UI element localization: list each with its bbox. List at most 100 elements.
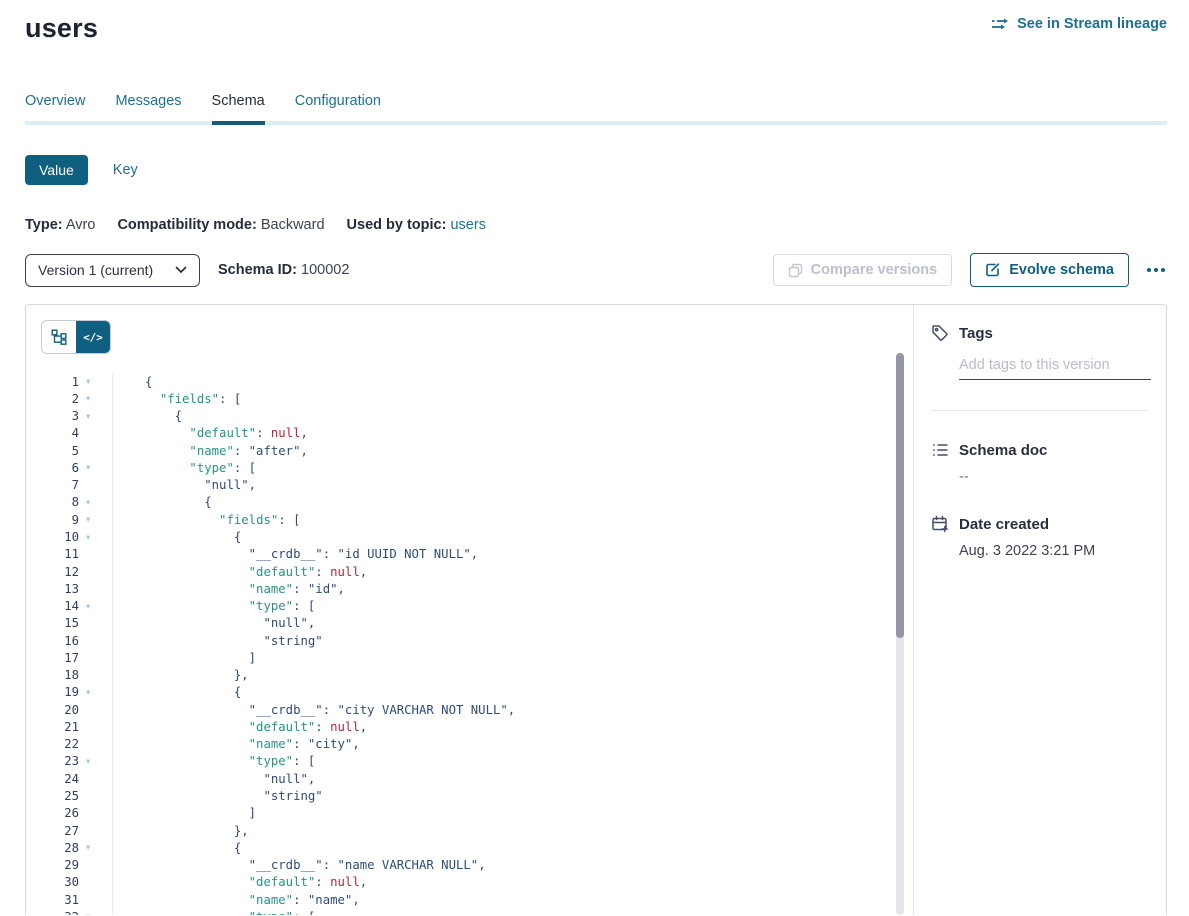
evolve-schema-button[interactable]: Evolve schema (970, 253, 1129, 287)
code-line: 6▾ "type": [ (41, 459, 913, 476)
fold-toggle-icon[interactable]: ▾ (79, 528, 113, 545)
value-toggle-button[interactable]: Value (25, 155, 88, 185)
fold-toggle-icon[interactable]: ▾ (79, 597, 113, 614)
fold-toggle-icon (79, 563, 113, 580)
line-number: 20 (41, 703, 79, 717)
fold-toggle-icon (79, 632, 113, 649)
scrollbar-thumb[interactable] (896, 353, 904, 638)
fold-toggle-icon (79, 546, 113, 563)
line-number: 3 (41, 409, 79, 423)
stream-lineage-icon (991, 17, 1010, 31)
code-line-text: "default": null, (113, 875, 367, 889)
line-number: 19 (41, 685, 79, 699)
date-created-title: Date created (959, 516, 1049, 533)
code-line-text: { (113, 495, 212, 509)
see-in-stream-lineage-link[interactable]: See in Stream lineage (991, 16, 1167, 32)
code-line: 24 "null", (41, 770, 913, 787)
code-line-text: }, (113, 668, 249, 682)
used-by-topic-pair: Used by topic: users (347, 217, 486, 233)
compatibility-label: Compatibility mode: (117, 217, 256, 233)
compare-versions-button[interactable]: Compare versions (773, 254, 953, 286)
fold-toggle-icon (79, 425, 113, 442)
tab-overview[interactable]: Overview (25, 92, 85, 125)
value-key-toggle: Value Key (25, 155, 1167, 185)
fold-toggle-icon[interactable]: ▾ (79, 839, 113, 856)
fold-toggle-icon[interactable]: ▾ (79, 753, 113, 770)
page-header: users See in Stream lineage (25, 0, 1167, 46)
code-line: 8▾ { (41, 494, 913, 511)
used-by-topic-link[interactable]: users (450, 217, 485, 233)
code-line: 32▾ "type": [ (41, 908, 913, 915)
code-line-text: ] (113, 651, 256, 665)
code-line-text: { (113, 409, 182, 423)
code-line: 23▾ "type": [ (41, 753, 913, 770)
line-number: 17 (41, 651, 79, 665)
fold-toggle-icon (79, 615, 113, 632)
fold-toggle-icon[interactable]: ▾ (79, 908, 113, 915)
fold-toggle-icon (79, 736, 113, 753)
code-line: 13 "name": "id", (41, 580, 913, 597)
page-title: users (25, 10, 98, 46)
code-line: 31 "name": "name", (41, 891, 913, 908)
tab-messages[interactable]: Messages (115, 92, 181, 125)
code-line-text: "string" (113, 634, 323, 648)
version-select[interactable]: Version 1 (current) (25, 254, 200, 287)
schema-page: users See in Stream lineage Overview Mes… (0, 0, 1189, 916)
code-line-text: { (113, 530, 241, 544)
code-line: 22 "name": "city", (41, 736, 913, 753)
code-line: 14▾ "type": [ (41, 597, 913, 614)
line-number: 10 (41, 530, 79, 544)
fold-toggle-icon (79, 701, 113, 718)
code-line-text: "null", (113, 478, 256, 492)
line-number: 16 (41, 634, 79, 648)
code-line: 25 "string" (41, 787, 913, 804)
date-created-value: Aug. 3 2022 3:21 PM (959, 543, 1151, 559)
code-line-text: "fields": [ (113, 392, 241, 406)
code-view-button[interactable]: </> (76, 321, 110, 353)
line-number: 24 (41, 772, 79, 786)
code-line: 2▾ "fields": [ (41, 390, 913, 407)
code-line-text: "default": null, (113, 720, 367, 734)
schema-doc-value: -- (959, 469, 1151, 485)
key-toggle-link[interactable]: Key (113, 162, 138, 178)
code-line-text: "name": "name", (113, 893, 360, 907)
compare-icon (788, 263, 803, 278)
more-options-button[interactable] (1145, 262, 1167, 278)
code-line: 30 "default": null, (41, 874, 913, 891)
tab-schema[interactable]: Schema (212, 92, 265, 125)
fold-toggle-icon (79, 770, 113, 787)
line-number: 26 (41, 806, 79, 820)
fold-toggle-icon[interactable]: ▾ (79, 511, 113, 528)
line-number: 21 (41, 720, 79, 734)
code-line: 7 "null", (41, 477, 913, 494)
code-view-icon: </> (83, 331, 103, 344)
fold-toggle-icon (79, 667, 113, 684)
fold-toggle-icon[interactable]: ▾ (79, 684, 113, 701)
code-line-text: "type": [ (113, 910, 315, 915)
code-line: 10▾ { (41, 528, 913, 545)
fold-toggle-icon (79, 822, 113, 839)
fold-toggle-icon[interactable]: ▾ (79, 494, 113, 511)
fold-toggle-icon[interactable]: ▾ (79, 373, 113, 390)
fold-toggle-icon (79, 856, 113, 873)
fold-toggle-icon[interactable]: ▾ (79, 459, 113, 476)
compatibility-pair: Compatibility mode: Backward (117, 217, 328, 233)
topic-tabs: Overview Messages Schema Configuration (25, 92, 1167, 125)
tree-view-button[interactable] (42, 321, 76, 353)
fold-toggle-icon[interactable]: ▾ (79, 390, 113, 407)
code-line-text: "default": null, (113, 565, 367, 579)
code-line-text: }, (113, 824, 249, 838)
lineage-link-label: See in Stream lineage (1017, 16, 1167, 32)
code-line: 18 }, (41, 667, 913, 684)
tree-view-icon (51, 329, 67, 345)
add-tags-input[interactable] (959, 355, 1151, 380)
line-number: 12 (41, 565, 79, 579)
doc-list-icon (931, 441, 949, 459)
line-number: 2 (41, 392, 79, 406)
tags-title: Tags (959, 325, 993, 342)
editor-scrollbar[interactable] (896, 353, 904, 915)
fold-toggle-icon[interactable]: ▾ (79, 408, 113, 425)
compare-versions-label: Compare versions (811, 262, 938, 278)
line-number: 22 (41, 737, 79, 751)
tab-configuration[interactable]: Configuration (295, 92, 381, 125)
